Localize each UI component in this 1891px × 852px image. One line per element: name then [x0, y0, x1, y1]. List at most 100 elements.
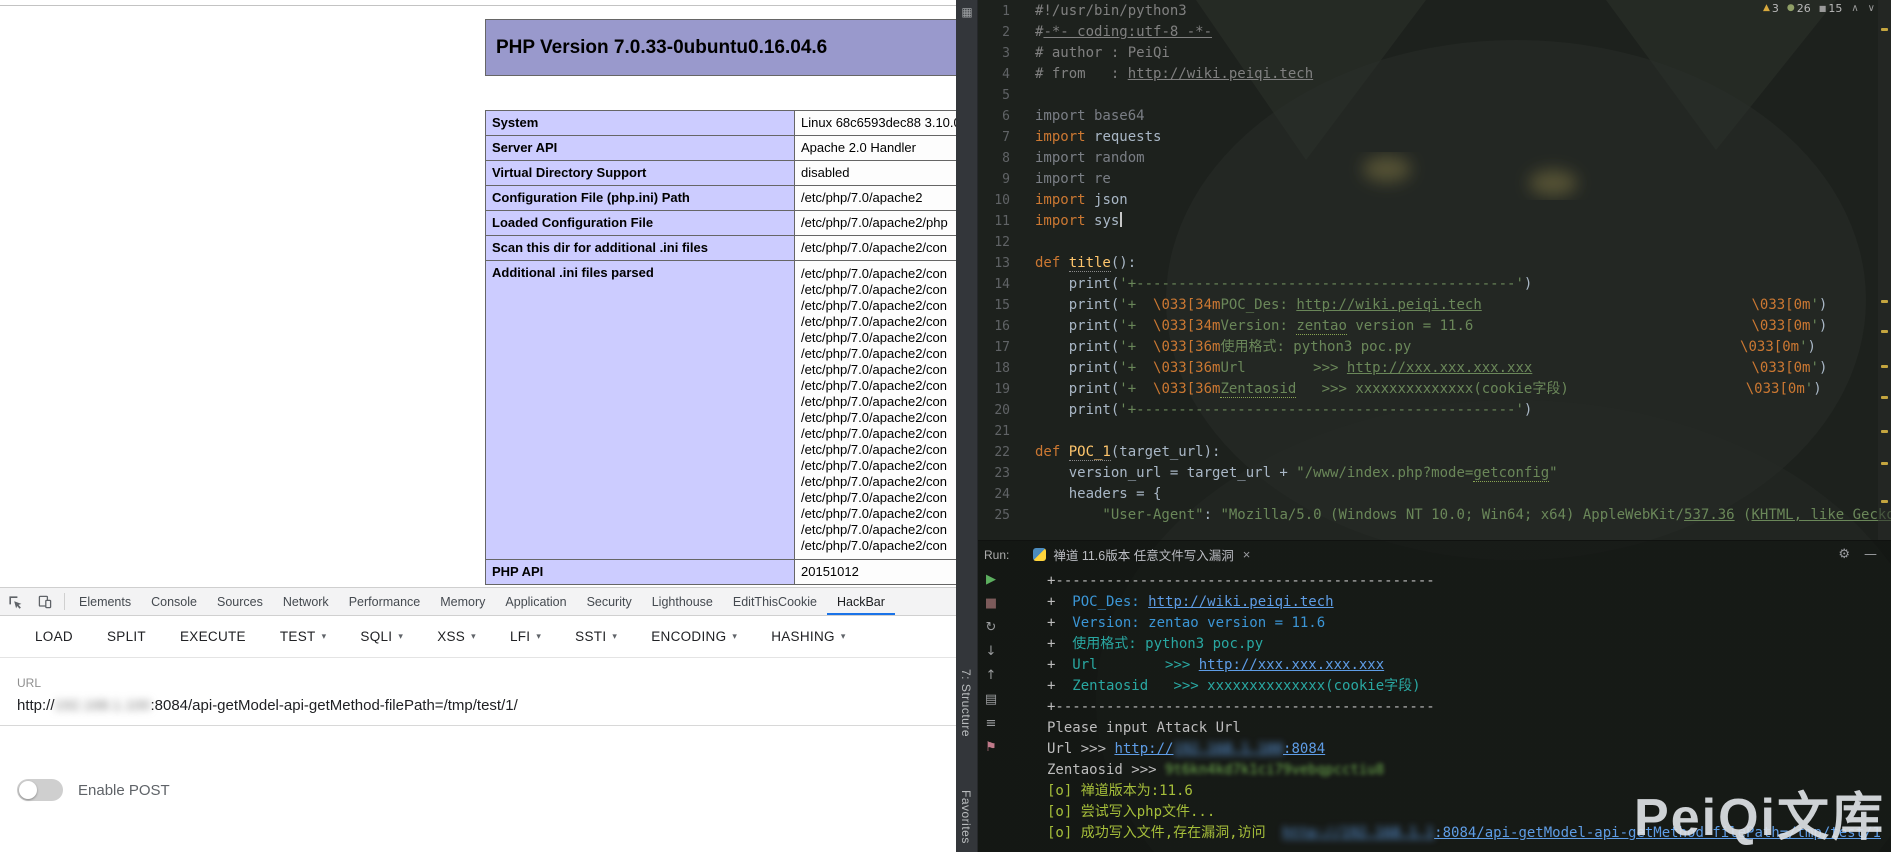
- php-row-label: Server API: [486, 136, 795, 161]
- restart-icon[interactable]: ↻: [982, 619, 1000, 636]
- url-input[interactable]: http://192.168.1.100:8084/api-getModel-a…: [17, 697, 518, 714]
- ini-file-path: /etc/php/7.0/apache2/con: [801, 474, 956, 490]
- inspections-widget[interactable]: ▲3●26■15 ∧ ∨: [1763, 0, 1875, 16]
- hackbar-item-sqli[interactable]: SQLI▾: [343, 629, 420, 644]
- code-token: requests: [1094, 129, 1161, 145]
- favorites-tool-button[interactable]: Favorites: [959, 790, 973, 844]
- console-link[interactable]: http://xxx.xxx.xxx.xxx: [1199, 657, 1384, 673]
- code-line: print('+ \033[36mUrl >>> http://xxx.xxx.…: [1035, 358, 1877, 379]
- code-token: import: [1035, 213, 1094, 229]
- run-tab-close-icon[interactable]: ×: [1243, 547, 1251, 562]
- devtools-tabs: ElementsConsoleSourcesNetworkPerformance…: [69, 588, 895, 615]
- devtools-tab-console[interactable]: Console: [141, 588, 207, 615]
- python-file-icon: [1033, 548, 1046, 561]
- devtools-tab-editthiscookie[interactable]: EditThisCookie: [723, 588, 827, 615]
- devtools-tab-sources[interactable]: Sources: [207, 588, 273, 615]
- line-number: 25: [978, 505, 1035, 526]
- hackbar-item-label: SQLI: [360, 629, 392, 644]
- hackbar-item-lfi[interactable]: LFI▾: [493, 629, 558, 644]
- php-row: Loaded Configuration File/etc/php/7.0/ap…: [486, 211, 957, 236]
- code-lines[interactable]: #!/usr/bin/python3#-*- coding:utf-8 -*-#…: [1035, 0, 1877, 526]
- hackbar-item-xss[interactable]: XSS▾: [420, 629, 493, 644]
- inspect-element-icon[interactable]: [0, 588, 30, 615]
- devtools-tab-performance[interactable]: Performance: [339, 588, 431, 615]
- line-number: 17: [978, 337, 1035, 358]
- enable-post-toggle[interactable]: [17, 779, 63, 801]
- line-number: 7: [978, 127, 1035, 148]
- code-line: print('+--------------------------------…: [1035, 274, 1877, 295]
- code-line: [1035, 232, 1877, 253]
- php-row-label: Scan this dir for additional .ini files: [486, 236, 795, 261]
- hackbar-item-label: LFI: [510, 629, 530, 644]
- viewport-top-border: [0, 5, 956, 6]
- pin-icon[interactable]: ⚑: [982, 739, 1000, 756]
- console-link[interactable]: http://wiki.peiqi.tech: [1148, 594, 1333, 610]
- line-number: 3: [978, 43, 1035, 64]
- next-problem-icon[interactable]: ∨: [1868, 3, 1875, 14]
- code-token: ): [1524, 402, 1532, 418]
- scroll-to-end-icon[interactable]: ↓: [982, 643, 1000, 660]
- code-line: version_url = target_url + "/www/index.p…: [1035, 463, 1877, 484]
- devtools-tab-lighthouse[interactable]: Lighthouse: [642, 588, 723, 615]
- devtools-tab-network[interactable]: Network: [273, 588, 339, 615]
- stop-icon[interactable]: ■: [982, 595, 1000, 612]
- scroll-to-top-icon[interactable]: ↑: [982, 667, 1000, 684]
- hackbar-item-label: XSS: [437, 629, 465, 644]
- hackbar-item-encoding[interactable]: ENCODING▾: [634, 629, 754, 644]
- code-token: \033[0m: [1751, 318, 1810, 334]
- hackbar-item-ssti[interactable]: SSTI▾: [558, 629, 634, 644]
- run-hide-panel-icon[interactable]: —: [1864, 547, 1877, 562]
- hackbar-item-label: EXECUTE: [180, 629, 246, 644]
- chevron-down-icon: ▾: [732, 631, 737, 642]
- hackbar-item-hashing[interactable]: HASHING▾: [754, 629, 862, 644]
- ini-file-path: /etc/php/7.0/apache2/con: [801, 298, 956, 314]
- php-row-value: 20151012: [795, 560, 957, 585]
- console-text: +: [1047, 678, 1072, 694]
- code-line: print('+ \033[34mVersion: zentao version…: [1035, 316, 1877, 337]
- console-link[interactable]: 192.168.1.100: [1173, 741, 1283, 757]
- console-text: +---------------------------------------…: [1047, 573, 1435, 589]
- code-editor[interactable]: 1234567891011121314151617181920212223242…: [978, 0, 1891, 540]
- weak-warning-icon: ●: [1787, 3, 1795, 13]
- ini-file-path: /etc/php/7.0/apache2/con: [801, 346, 956, 362]
- devtools-tab-security[interactable]: Security: [577, 588, 642, 615]
- line-number: 14: [978, 274, 1035, 295]
- rerun-icon[interactable]: ▶: [982, 571, 1000, 588]
- ini-file-path: /etc/php/7.0/apache2/con: [801, 362, 956, 378]
- console-link[interactable]: :8084: [1283, 741, 1325, 757]
- devtools-tab-elements[interactable]: Elements: [69, 588, 141, 615]
- code-token: #!/usr/bin/python3: [1035, 3, 1187, 19]
- soft-wrap-icon[interactable]: ≡: [982, 715, 1000, 732]
- run-settings-gear-icon[interactable]: ⚙: [1838, 547, 1850, 562]
- devtools-tab-hackbar[interactable]: HackBar: [827, 588, 895, 615]
- code-token: ': [1810, 297, 1818, 313]
- console-link[interactable]: http://192.168.1.1: [1282, 825, 1434, 841]
- line-number: 22: [978, 442, 1035, 463]
- code-token: :: [1204, 507, 1221, 523]
- line-number: 11: [978, 211, 1035, 232]
- device-toolbar-icon[interactable]: [30, 588, 60, 615]
- code-token: ): [1808, 339, 1816, 355]
- url-prefix: http://: [17, 697, 55, 714]
- code-token: headers = {: [1035, 486, 1161, 502]
- hackbar-item-execute[interactable]: EXECUTE: [163, 629, 263, 644]
- hackbar-item-test[interactable]: TEST▾: [263, 629, 344, 644]
- hackbar-item-load[interactable]: LOAD: [18, 629, 90, 644]
- devtools-tab-memory[interactable]: Memory: [430, 588, 495, 615]
- prev-problem-icon[interactable]: ∧: [1851, 3, 1858, 14]
- project-tool-icon[interactable]: ▦: [956, 0, 978, 24]
- hackbar-item-split[interactable]: SPLIT: [90, 629, 163, 644]
- monitor-icon[interactable]: ▤: [982, 691, 1000, 708]
- code-line: import base64: [1035, 106, 1877, 127]
- code-token: ): [1813, 381, 1821, 397]
- devtools-tab-application[interactable]: Application: [495, 588, 576, 615]
- run-tab-title[interactable]: 禅道 11.6版本 任意文件写入漏洞: [1053, 545, 1233, 564]
- line-number: 18: [978, 358, 1035, 379]
- console-link[interactable]: http://: [1114, 741, 1173, 757]
- structure-tool-button[interactable]: 7: Structure: [959, 669, 973, 737]
- code-token: json: [1094, 192, 1128, 208]
- code-token: ': [1799, 339, 1807, 355]
- devtools-tabbar: ElementsConsoleSourcesNetworkPerformance…: [0, 588, 956, 616]
- error-stripe-scrollbar[interactable]: [1878, 0, 1891, 540]
- devtools-panel: ElementsConsoleSourcesNetworkPerformance…: [0, 587, 956, 852]
